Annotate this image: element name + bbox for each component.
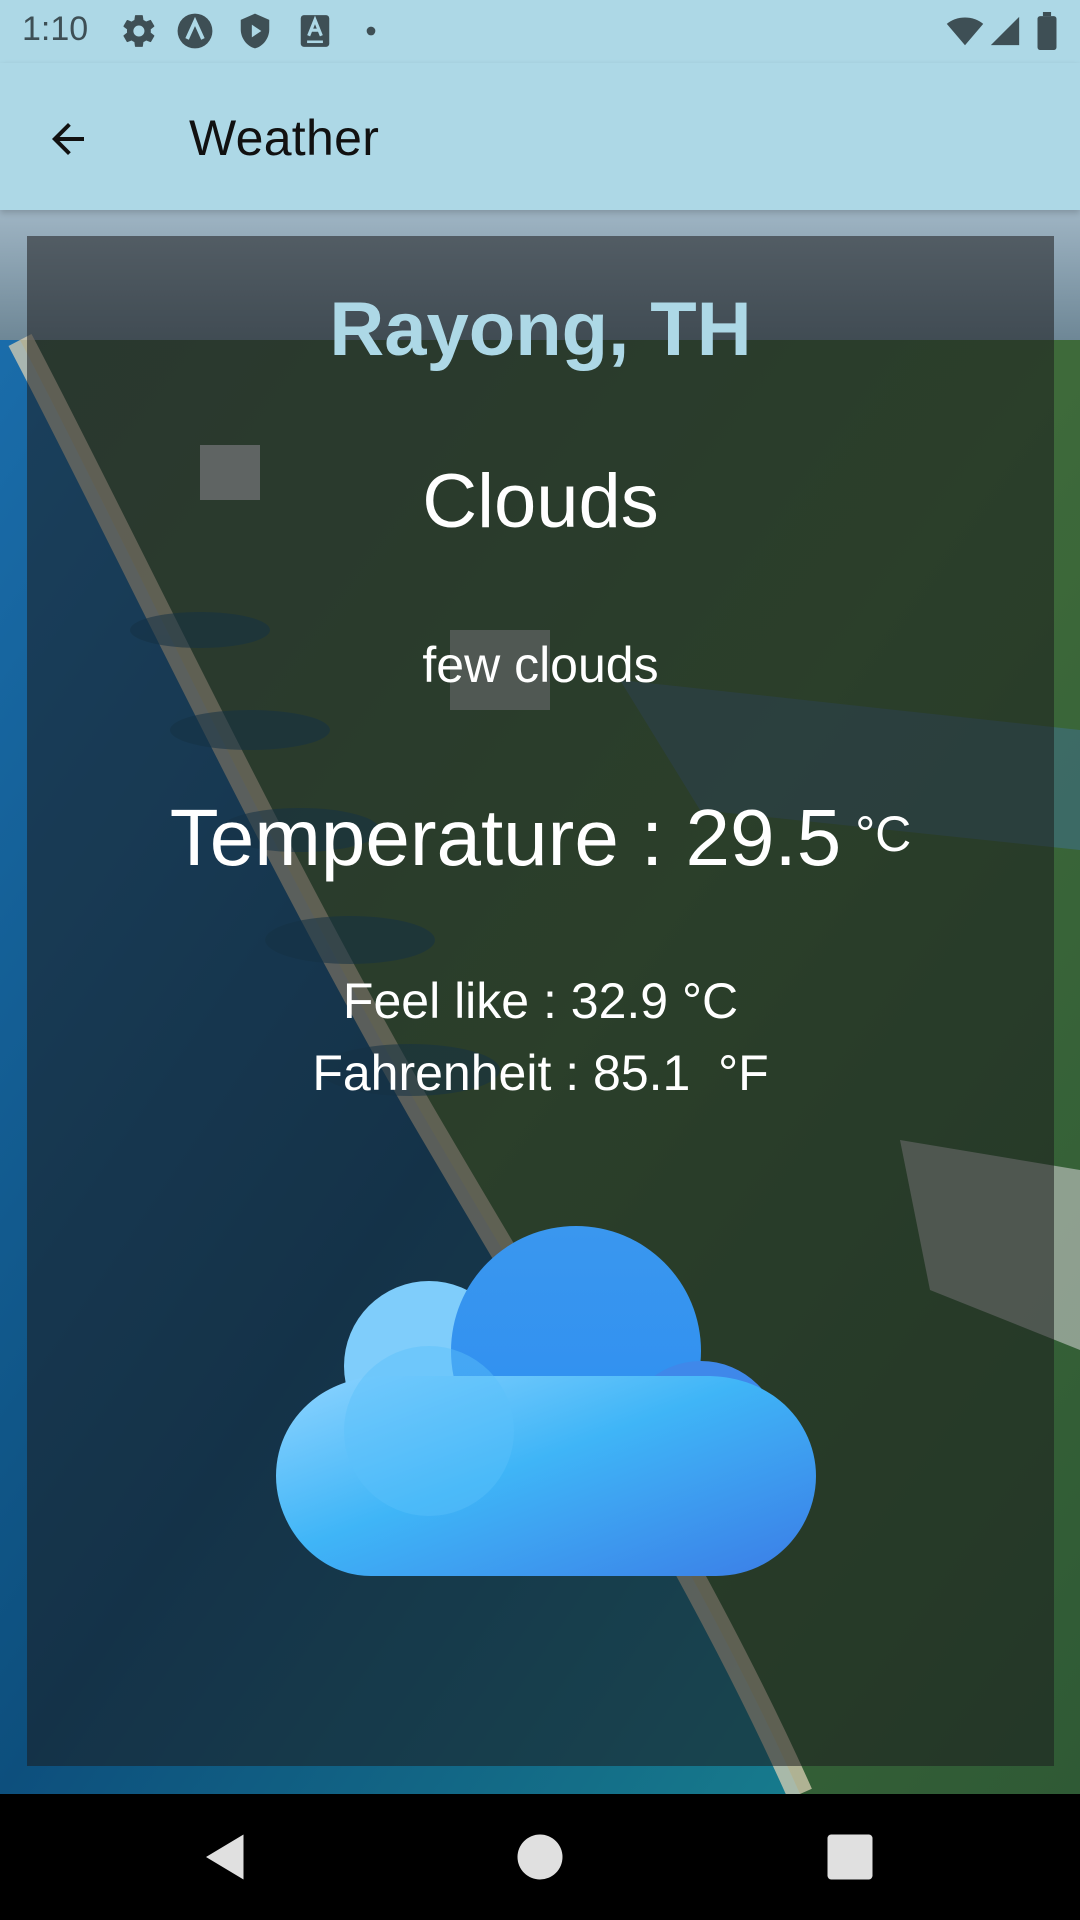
page-title: Weather (189, 110, 380, 166)
nav-recents-button[interactable] (820, 1827, 880, 1887)
city-name: Rayong, TH (329, 287, 752, 372)
weather-card: Rayong, TH Clouds few clouds Temperature… (27, 236, 1054, 1766)
nav-home-button[interactable] (510, 1827, 570, 1887)
gear-icon (120, 12, 158, 50)
keyboard-a-icon (296, 12, 334, 50)
cloud-icon (276, 1226, 816, 1576)
temperature-label: Temperature : (169, 793, 686, 882)
arrow-back-icon (52, 123, 84, 155)
nav-back-icon (206, 1834, 244, 1880)
status-time: 1:10 (22, 10, 89, 48)
app-a-icon (176, 12, 214, 50)
dot-icon (358, 12, 384, 50)
wifi-icon (944, 12, 986, 50)
nav-back-button[interactable] (196, 1827, 256, 1887)
signal-icon (988, 12, 1022, 50)
temperature-value: 29.5 (685, 793, 842, 882)
app-bar: Weather (0, 63, 1080, 210)
navigation-bar (0, 1794, 1080, 1920)
nav-home-icon (517, 1834, 563, 1880)
shield-play-icon (236, 12, 274, 50)
feels-like: Feel like : 32.9 °C (342, 973, 739, 1029)
temperature-row: Temperature : 29.5 °C (27, 792, 1054, 884)
weather-description: few clouds (422, 637, 659, 693)
weather-condition: Clouds (422, 459, 659, 544)
fahrenheit: Fahrenheit : 85.1 °F (312, 1045, 769, 1101)
battery-icon (1032, 12, 1062, 50)
nav-recents-icon (827, 1834, 873, 1880)
temperature-unit: °C (855, 806, 912, 862)
back-button[interactable] (28, 99, 108, 179)
status-bar: 1:10 (0, 0, 1080, 63)
